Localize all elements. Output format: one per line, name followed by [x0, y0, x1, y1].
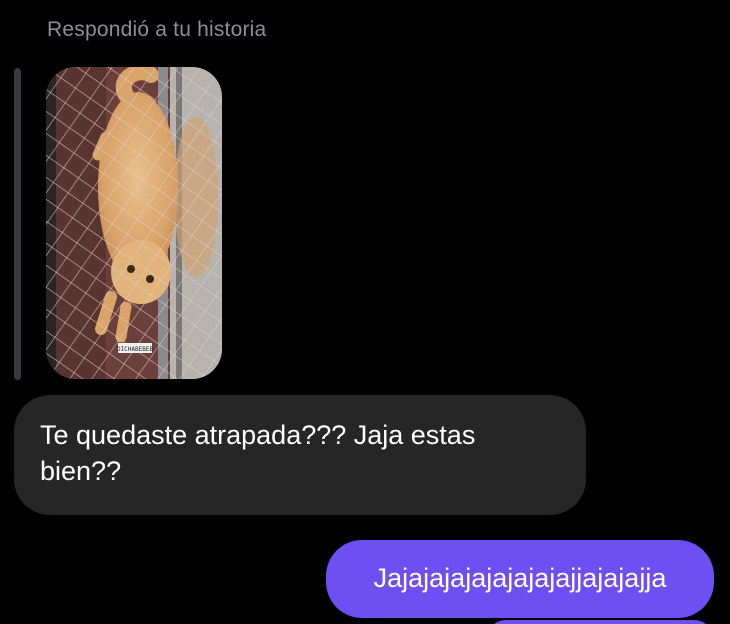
story-reply-label: Respondió a tu historia: [47, 18, 267, 41]
received-message-bubble[interactable]: Te quedaste atrapada??? Jaja estas bien?…: [14, 395, 586, 515]
reply-indicator-bar: [14, 68, 21, 380]
next-sent-bubble-edge: [486, 620, 714, 624]
dm-thread: Respondió a tu historia DICHABEBEB Te qu…: [0, 0, 730, 624]
sent-message-bubble[interactable]: Jajajajajajajajajajjajajajja: [326, 540, 714, 618]
story-thumbnail[interactable]: DICHABEBEB: [46, 67, 222, 379]
story-cat-image: DICHABEBEB: [46, 67, 222, 379]
story-watermark: DICHABEBEB: [117, 346, 154, 353]
